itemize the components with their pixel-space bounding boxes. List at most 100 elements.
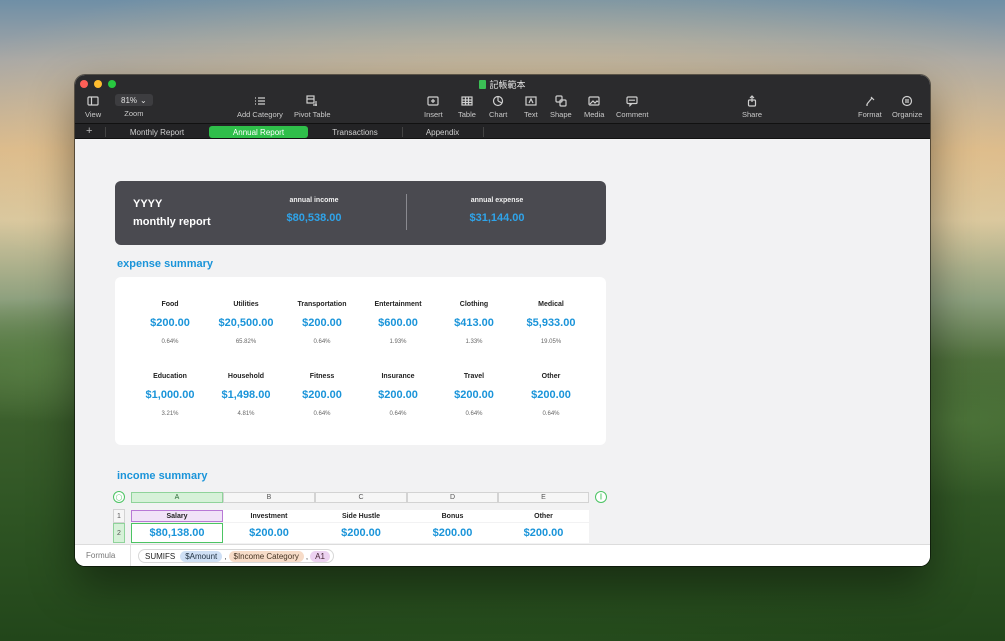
- expense-percent: 65.82%: [235, 339, 257, 345]
- expense-item-clothing[interactable]: Clothing $413.00 1.33%: [436, 301, 512, 345]
- pie-chart-icon: [492, 94, 504, 108]
- sheet-page: YYYY monthly report annual income $80,53…: [75, 139, 630, 544]
- comment-button[interactable]: Comment: [616, 94, 649, 119]
- freeze-column-handle[interactable]: ||: [595, 491, 607, 503]
- share-icon: [746, 94, 758, 108]
- comment-label: Comment: [616, 110, 649, 119]
- format-button[interactable]: Format: [858, 94, 882, 119]
- table-cell-other[interactable]: Other: [498, 510, 589, 522]
- expense-value: $200.00: [378, 389, 418, 401]
- expense-item-medical[interactable]: Medical $5,933.00 19.05%: [513, 301, 589, 345]
- chevron-down-icon: ⌄: [140, 95, 147, 105]
- zoom-control[interactable]: 81% ⌄ Zoom: [115, 94, 153, 118]
- table-cell-side-hustle[interactable]: Side Hustle: [315, 510, 407, 522]
- income-summary-title: income summary: [117, 470, 208, 482]
- formula-label: Formula: [86, 551, 116, 560]
- shape-button[interactable]: Shape: [550, 94, 572, 119]
- pivot-table-button[interactable]: Pivot Table: [294, 94, 331, 119]
- expense-value: $1,000.00: [145, 389, 195, 401]
- formula-token-cell-ref[interactable]: A1: [310, 550, 330, 562]
- expense-percent: 0.64%: [389, 411, 407, 417]
- table-cell-salary-value[interactable]: $80,138.00: [131, 523, 223, 543]
- add-category-button[interactable]: Add Category: [237, 94, 283, 119]
- formula-function[interactable]: SUMIFS: [142, 552, 178, 561]
- format-label: Format: [858, 110, 882, 119]
- year-title: YYYY: [133, 198, 163, 210]
- sheet-canvas[interactable]: YYYY monthly report annual income $80,53…: [75, 139, 930, 544]
- chart-button[interactable]: Chart: [489, 94, 507, 119]
- expense-value: $20,500.00: [218, 317, 274, 329]
- table-cell-investment-value[interactable]: $200.00: [223, 523, 315, 543]
- expense-value: $200.00: [531, 389, 571, 401]
- table-label: Table: [458, 110, 476, 119]
- column-header-d[interactable]: D: [407, 492, 498, 503]
- table-cell-bonus[interactable]: Bonus: [407, 510, 498, 522]
- chart-label: Chart: [489, 110, 508, 119]
- comment-icon: [626, 94, 638, 108]
- text-box-icon: [525, 94, 537, 108]
- table-button[interactable]: Table: [458, 94, 476, 119]
- tab-appendix[interactable]: Appendix: [405, 126, 480, 138]
- view-label: View: [85, 110, 102, 119]
- table-cell-investment[interactable]: Investment: [223, 510, 315, 522]
- row-header-1[interactable]: 1: [113, 509, 125, 523]
- expense-percent: 1.33%: [465, 339, 483, 345]
- expense-item-fitness[interactable]: Fitness $200.00 0.64%: [284, 373, 360, 417]
- expense-summary-card[interactable]: Food $200.00 0.64% Utilities $20,500.00 …: [115, 277, 606, 445]
- expense-item-other[interactable]: Other $200.00 0.64%: [513, 373, 589, 417]
- document-title: 記帳範本: [75, 78, 930, 91]
- table-cell-side-hustle-value[interactable]: $200.00: [315, 523, 407, 543]
- column-header-a[interactable]: A: [131, 492, 223, 503]
- expense-value: $200.00: [302, 389, 342, 401]
- add-category-label: Add Category: [237, 110, 283, 119]
- expense-name: Clothing: [459, 301, 489, 308]
- expense-item-education[interactable]: Education $1,000.00 3.21%: [132, 373, 208, 417]
- tab-divider: [402, 127, 403, 137]
- expense-value: $1,498.00: [221, 389, 271, 401]
- zoom-select[interactable]: 81% ⌄: [115, 94, 153, 106]
- expense-name: Travel: [463, 373, 485, 380]
- tab-divider: [483, 127, 484, 137]
- table-cell-other-value[interactable]: $200.00: [498, 523, 589, 543]
- formula-token-income-category[interactable]: $Income Category: [228, 550, 304, 562]
- annual-income-block: annual income $80,538.00: [259, 197, 369, 224]
- annual-expense-value: $31,144.00: [469, 212, 525, 224]
- organize-button[interactable]: Organize: [892, 94, 922, 119]
- report-subtitle: monthly report: [133, 216, 211, 228]
- table-cell-salary[interactable]: Salary: [131, 510, 223, 522]
- view-button[interactable]: View: [85, 94, 101, 119]
- expense-item-food[interactable]: Food $200.00 0.64%: [132, 301, 208, 345]
- insert-button[interactable]: Insert: [424, 94, 443, 119]
- table-cell-bonus-value[interactable]: $200.00: [407, 523, 498, 543]
- hero-divider: [406, 194, 407, 230]
- income-summary-table[interactable]: ◯ A B C D E || 1 2 Salary Investment Sid…: [111, 489, 611, 544]
- row-header-2[interactable]: 2: [113, 523, 125, 543]
- annual-income-label: annual income: [289, 197, 339, 204]
- table-select-handle[interactable]: ◯: [113, 491, 125, 503]
- tab-monthly-report[interactable]: Monthly Report: [117, 126, 197, 138]
- media-button[interactable]: Media: [584, 94, 604, 119]
- text-button[interactable]: Text: [524, 94, 538, 119]
- expense-item-travel[interactable]: Travel $200.00 0.64%: [436, 373, 512, 417]
- column-header-c[interactable]: C: [315, 492, 407, 503]
- expense-item-utilities[interactable]: Utilities $20,500.00 65.82%: [208, 301, 284, 345]
- document-title-text: 記帳範本: [489, 80, 526, 90]
- formula-token-amount[interactable]: $Amount: [180, 550, 223, 562]
- add-sheet-button[interactable]: +: [86, 125, 92, 137]
- formula-comma: ,: [305, 551, 309, 561]
- expense-item-entertainment[interactable]: Entertainment $600.00 1.93%: [360, 301, 436, 345]
- toolbar: 記帳範本 View 81% ⌄ Zoom Add Category Pivot T…: [75, 75, 930, 123]
- share-button[interactable]: Share: [742, 94, 762, 119]
- formula-editor[interactable]: SUMIFS $Amount , $Income Category , A1: [138, 549, 334, 563]
- column-header-b[interactable]: B: [223, 492, 315, 503]
- expense-name: Entertainment: [374, 301, 422, 308]
- shape-icon: [555, 94, 567, 108]
- expense-item-transportation[interactable]: Transportation $200.00 0.64%: [284, 301, 360, 345]
- summary-header-card[interactable]: YYYY monthly report annual income $80,53…: [115, 181, 606, 245]
- column-header-e[interactable]: E: [498, 492, 589, 503]
- tab-annual-report[interactable]: Annual Report: [209, 126, 308, 138]
- expense-item-household[interactable]: Household $1,498.00 4.81%: [208, 373, 284, 417]
- expense-name: Fitness: [309, 373, 335, 380]
- tab-transactions[interactable]: Transactions: [315, 126, 395, 138]
- expense-item-insurance[interactable]: Insurance $200.00 0.64%: [360, 373, 436, 417]
